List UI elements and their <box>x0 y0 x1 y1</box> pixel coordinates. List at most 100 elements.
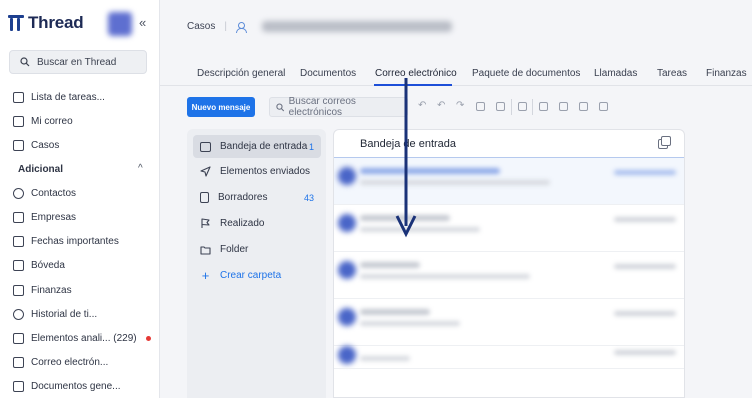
tab-calls[interactable]: Llamadas <box>594 68 637 79</box>
folder-count: 43 <box>303 192 314 203</box>
draft-icon <box>200 192 209 203</box>
email-preview-redacted <box>360 227 480 232</box>
email-preview-redacted <box>360 180 550 185</box>
mark-unread-icon[interactable] <box>599 102 608 111</box>
new-message-button[interactable]: Nuevo mensaje <box>187 97 255 117</box>
email-date-redacted <box>614 264 676 269</box>
create-folder-label: Crear carpeta <box>220 270 282 281</box>
alert-dot <box>145 335 151 341</box>
send-icon <box>200 166 211 177</box>
folder-sent[interactable]: Elementos enviados <box>193 160 321 183</box>
sidebar-item-email[interactable]: Correo electrón... <box>13 354 108 370</box>
email-search-placeholder: Buscar correos electrónicos <box>288 96 356 118</box>
email-row[interactable] <box>334 252 684 298</box>
email-date-redacted <box>614 170 676 175</box>
trash-icon[interactable] <box>518 102 527 111</box>
sender-avatar <box>338 167 356 185</box>
clipboard-icon <box>13 91 24 103</box>
forward-icon[interactable]: ↷ <box>456 100 465 111</box>
sidebar-item-label: Fechas importantes <box>31 235 119 247</box>
inbox-panel: Bandeja de entrada <box>333 129 685 398</box>
email-subject-redacted <box>360 309 430 315</box>
reply-all-icon[interactable]: ↶ <box>437 100 446 111</box>
sidebar-section-additional[interactable]: Adicional <box>18 164 63 175</box>
expand-icon[interactable] <box>658 136 671 149</box>
calendar-icon <box>13 235 24 247</box>
email-row[interactable] <box>334 158 684 204</box>
avatar[interactable] <box>108 12 132 36</box>
tab-finances[interactable]: Finanzas <box>706 68 747 79</box>
sidebar-search-input[interactable]: Buscar en Thread <box>9 50 147 74</box>
email-icon <box>13 356 24 368</box>
sidebar-item-generated-docs[interactable]: Documentos gene... <box>13 378 121 394</box>
sidebar-item-my-mail[interactable]: Mi correo <box>13 113 73 129</box>
flag-icon <box>201 218 210 228</box>
tab-tasks[interactable]: Tareas <box>657 68 687 79</box>
archive-icon[interactable] <box>476 102 485 111</box>
case-tabs: Descripción general Documentos Correo el… <box>160 62 752 86</box>
sidebar-item-finances[interactable]: Finanzas <box>13 282 72 298</box>
brand[interactable]: Thread <box>8 13 84 33</box>
email-date-redacted <box>614 217 676 222</box>
create-folder-button[interactable]: + Crear carpeta <box>193 264 321 287</box>
sidebar-item-label: Contactos <box>31 187 77 199</box>
sidebar-item-label: Elementos anali... (229) <box>31 332 137 344</box>
folder-drafts[interactable]: Borradores 43 <box>193 186 321 209</box>
sidebar-item-label: Documentos gene... <box>31 380 121 392</box>
folder-label: Elementos enviados <box>220 166 311 177</box>
folder-label: Folder <box>220 244 249 255</box>
sidebar-item-label: Historial de ti... <box>31 308 98 320</box>
breadcrumb-separator: | <box>224 21 227 32</box>
chevron-up-icon[interactable]: ^ <box>138 163 143 174</box>
sidebar-item-label: Correo electrón... <box>31 356 109 368</box>
mark-read-icon[interactable] <box>579 102 588 111</box>
sidebar-item-cases[interactable]: Casos <box>13 137 59 153</box>
reply-icon[interactable]: ↶ <box>418 100 427 111</box>
search-icon <box>276 103 285 111</box>
sidebar-item-history[interactable]: Historial de ti... <box>13 306 97 322</box>
inbox-icon <box>200 141 211 152</box>
building-icon <box>13 211 24 223</box>
sidebar-item-label: Casos <box>31 139 60 151</box>
sidebar-item-contacts[interactable]: Contactos <box>13 185 76 201</box>
email-row[interactable] <box>334 326 684 372</box>
download-icon[interactable] <box>539 102 548 111</box>
folder-inbox[interactable]: Bandeja de entrada 1 <box>193 135 321 158</box>
folder-done[interactable]: Realizado <box>193 212 321 235</box>
contact-icon <box>13 187 24 199</box>
tab-document-package[interactable]: Paquete de documentos <box>472 68 580 79</box>
email-search-input[interactable]: Buscar correos electrónicos <box>269 96 408 118</box>
sender-avatar <box>338 346 356 364</box>
email-preview-redacted <box>360 356 410 361</box>
sidebar-item-analyzed[interactable]: Elementos anali... (229) <box>13 330 151 346</box>
folder-icon <box>200 245 211 255</box>
folder-custom[interactable]: Folder <box>193 238 321 261</box>
finance-icon <box>13 284 24 296</box>
tab-documents[interactable]: Documentos <box>300 68 356 79</box>
history-icon <box>13 308 24 320</box>
document-icon <box>13 380 24 392</box>
breadcrumb-cases[interactable]: Casos <box>187 21 215 32</box>
sender-avatar <box>338 261 356 279</box>
collapse-sidebar-button[interactable]: « <box>139 15 146 30</box>
move-icon[interactable] <box>496 102 505 111</box>
folder-label: Realizado <box>220 218 265 229</box>
toolbar-divider <box>532 99 533 115</box>
sidebar-item-important-dates[interactable]: Fechas importantes <box>13 233 119 249</box>
breadcrumb: Casos | <box>187 21 452 33</box>
sidebar-search-placeholder: Buscar en Thread <box>37 56 117 68</box>
print-icon[interactable] <box>559 102 568 111</box>
toolbar-divider <box>511 99 512 115</box>
email-date-redacted <box>614 350 676 355</box>
email-row[interactable] <box>334 205 684 251</box>
app-name: Thread <box>28 13 84 32</box>
sidebar-item-companies[interactable]: Empresas <box>13 209 76 225</box>
tab-overview[interactable]: Descripción general <box>197 68 285 79</box>
row-divider <box>334 368 684 369</box>
annotation-arrow-icon <box>395 78 417 238</box>
email-preview-redacted <box>360 274 530 279</box>
sidebar-item-tasks[interactable]: Lista de tareas... <box>13 89 105 105</box>
email-subject-redacted <box>360 168 500 174</box>
sidebar-item-label: Lista de tareas... <box>31 91 105 103</box>
sidebar-item-vault[interactable]: Bóveda <box>13 257 65 273</box>
